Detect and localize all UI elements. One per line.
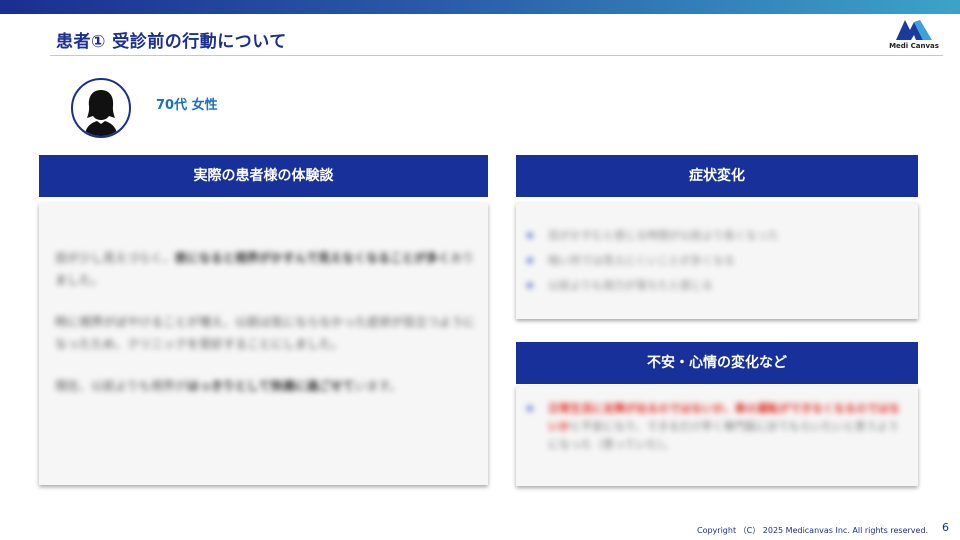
list-item: ◆ 日常生活に支障が出るのではないか、車の運転ができなくなるのではないかと不安にな… [526,400,906,454]
diamond-bullet-icon: ◆ [526,403,534,414]
anxiety-panel-header: 不安・心情の変化など [516,342,918,384]
anxiety-text: と不安になり、できるだけ早く専門医に診てもらいたいと思うようになった（思っていた… [548,420,899,451]
story-paragraph: 時に視界がぼやけることが増え、以前は気にならなかった症状が目立つようになったため… [55,311,475,355]
story-text: 時に視界がぼやけることが増え、以前は気にならなかった症状が目立つようになったため… [55,315,476,351]
list-item: ◆ 目がかすむと感じる時間が以前より長くなった [526,223,906,248]
title-divider [50,55,943,56]
list-item: ◆ 以前よりも視力が落ちたと感じる [526,273,906,298]
symptom-text: 目がかすむと感じる時間が以前より長くなった [548,229,779,242]
experience-panel-body: 目が少し見えづらく、夜になると視界がかすんで見えなくなることが多くありました。 … [39,203,488,485]
diamond-bullet-icon: ◆ [526,255,534,266]
story-highlight: はっきりとして快適に過ごせて [186,379,355,393]
story-paragraph: 現在、以前よりも視界がはっきりとして快適に過ごせています。 [55,375,475,397]
patient-avatar [71,78,131,138]
copyright-notice: Copyright （C） 2025 Medicanvas Inc. All r… [697,526,929,535]
top-gradient-bar [0,0,960,14]
patient-demographic: 70代 女性 [156,98,218,113]
medi-canvas-logo-mark-icon [896,20,932,40]
story-highlight: 夜になると視界がかすんで見えなくなることが多く [174,251,451,265]
diamond-bullet-icon: ◆ [526,280,534,291]
experience-panel-header: 実際の患者様の体験談 [39,155,488,197]
woman-silhouette-icon [85,90,117,136]
story-paragraph: 目が少し見えづらく、夜になると視界がかすんで見えなくなることが多くありました。 [55,247,475,291]
symptoms-list: ◆ 目がかすむと感じる時間が以前より長くなった ◆ 暗い所では見えにくいことが多くな… [526,223,906,298]
story-text: 現在、以前よりも視界が [55,379,187,393]
medi-canvas-logo: Medi Canvas [886,18,942,52]
anxiety-panel-body: ◆ 日常生活に支障が出るのではないか、車の運転ができなくなるのではないかと不安にな… [516,386,918,486]
diamond-bullet-icon: ◆ [526,230,534,241]
experience-story: 目が少し見えづらく、夜になると視界がかすんで見えなくなることが多くありました。 … [55,247,475,417]
symptoms-panel-body: ◆ 目がかすむと感じる時間が以前より長くなった ◆ 暗い所では見えにくいことが多くな… [516,203,918,319]
symptoms-panel-header: 症状変化 [516,155,918,197]
story-text: います。 [354,379,402,393]
story-text: 目が少し見えづらく、 [55,251,175,265]
symptom-text: 以前よりも視力が落ちたと感じる [548,279,713,292]
brand-name: Medi Canvas [889,42,939,50]
list-item: ◆ 暗い所では見えにくいことが多くなる [526,248,906,273]
page-number: 6 [942,521,949,534]
anxiety-list: ◆ 日常生活に支障が出るのではないか、車の運転ができなくなるのではないかと不安にな… [526,400,906,454]
symptom-text: 暗い所では見えにくいことが多くなる [548,254,735,267]
slide-title: 患者① 受診前の行動について [56,32,287,52]
